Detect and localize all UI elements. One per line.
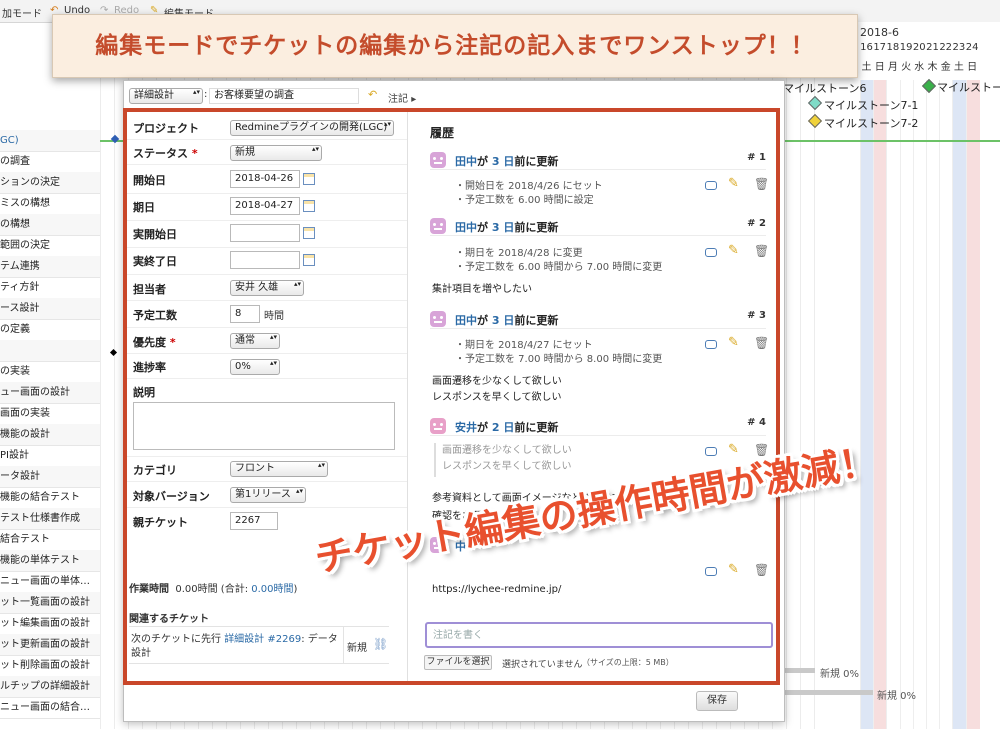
task-row[interactable]: の定義 [0, 319, 100, 341]
day-column [860, 80, 874, 729]
gantt-grid-line [800, 22, 801, 729]
notes-tab[interactable]: 注記 ▸ [388, 90, 416, 105]
task-row[interactable]: の調査 [0, 151, 100, 173]
gantt-bar[interactable] [785, 668, 815, 673]
milestone-label: マイルストーン6 [783, 82, 867, 95]
task-row[interactable]: ルチップの詳細設計 [0, 676, 100, 698]
day-column [886, 80, 900, 729]
day-column [899, 80, 914, 729]
modal-header: 詳細設計 : お客様要望の調査 ↶ 注記 ▸ [124, 81, 784, 109]
gantt-month: 2018-6 [860, 26, 899, 39]
task-row[interactable] [0, 340, 100, 362]
task-row[interactable]: テム連携 [0, 256, 100, 278]
gantt-grid-line [114, 22, 115, 729]
gantt-grid-line [100, 22, 101, 729]
milestone-label: マイルストーン7-1 [824, 99, 919, 112]
task-row[interactable]: 範囲の決定 [0, 235, 100, 257]
task-row[interactable]: ュー画面の設計 [0, 382, 100, 404]
notes-tab-label: 注記 [388, 94, 408, 105]
milestone-label: マイルストーン7-2 [824, 117, 919, 130]
task-row[interactable]: ット更新画面の設計 [0, 634, 100, 656]
tracker-select[interactable]: 詳細設計 [129, 88, 203, 104]
milestone-label: マイルストーン7 [937, 81, 1000, 94]
day-column [952, 80, 967, 729]
day-column [939, 80, 953, 729]
day-column [926, 80, 940, 729]
save-button[interactable]: 保存 [696, 691, 738, 711]
task-list: GC) の調査 ションの決定 ミスの構想 の構想 範囲の決定 テム連携 ティ方針 ース設計 の定義… [0, 130, 100, 730]
subject-field[interactable]: お客様要望の調査 [209, 88, 359, 104]
task-row[interactable]: 機能の単体テスト [0, 550, 100, 572]
colon-separator: : [204, 89, 208, 100]
task-row[interactable]: GC) [0, 130, 100, 152]
task-row[interactable]: 画面の実装 [0, 403, 100, 425]
task-row[interactable]: ット削除画面の設計 [0, 655, 100, 677]
task-row[interactable]: PI設計 [0, 445, 100, 467]
task-row[interactable]: 機能の結合テスト [0, 487, 100, 509]
gantt-grid-line [786, 22, 787, 729]
day-column [965, 80, 980, 729]
task-row[interactable]: 機能の設計 [0, 424, 100, 446]
task-row[interactable]: ニュー画面の単体… [0, 571, 100, 593]
task-row[interactable]: ット一覧画面の設計 [0, 592, 100, 614]
task-row[interactable]: テスト仕様書作成 [0, 508, 100, 530]
task-row[interactable]: の実装 [0, 361, 100, 383]
task-row[interactable]: ース設計 [0, 298, 100, 320]
highlight-frame [123, 108, 780, 685]
caret-right-icon: ▸ [411, 94, 417, 105]
task-row[interactable]: ションの決定 [0, 172, 100, 194]
task-row[interactable]: ミスの構想 [0, 193, 100, 215]
task-row[interactable]: ータ設計 [0, 466, 100, 488]
gantt-bar-status: 新規 0% [820, 669, 860, 680]
task-row[interactable]: 結合テスト [0, 529, 100, 551]
task-row[interactable]: ニュー画面の結合… [0, 697, 100, 719]
feature-banner: 編集モードでチケットの編集から注記の記入までワンストップ！！ [52, 14, 858, 78]
gantt-bar-status: 新規 0% [877, 691, 917, 702]
task-row[interactable]: の構想 [0, 214, 100, 236]
gantt-bar[interactable] [785, 690, 873, 695]
day-column [912, 80, 927, 729]
edit-icon: ↶ [368, 88, 378, 101]
day-column [873, 80, 888, 729]
task-row[interactable]: ティ方針 [0, 277, 100, 299]
task-row[interactable]: ット編集画面の設計 [0, 613, 100, 635]
